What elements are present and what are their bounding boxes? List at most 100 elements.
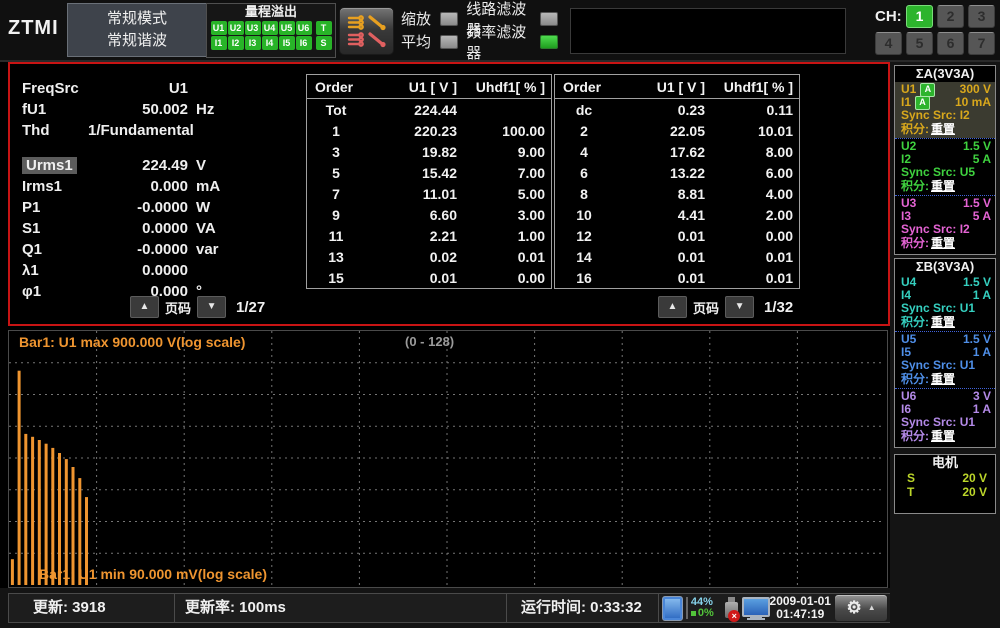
range-indicator-row: I1 I2 I3 I4 I5 I6 S bbox=[207, 36, 335, 50]
element-block[interactable]: U6 3 V I6 1 A Sync Src: U1 积分: 重置 bbox=[895, 388, 995, 445]
update-counter: 更新: 3918 bbox=[8, 593, 198, 623]
measure-page-up-button[interactable]: ▲ bbox=[130, 296, 159, 318]
measure-row[interactable]: S1 0.0000 VA bbox=[22, 218, 302, 239]
range-indicator-u3: U3 bbox=[244, 21, 261, 35]
harmonic-bar-4 bbox=[37, 440, 41, 585]
measure-label: λ1 bbox=[22, 262, 88, 279]
toggle-label: 缩放 bbox=[401, 11, 432, 28]
bar-chart-canvas bbox=[9, 331, 885, 585]
range-indicator-i6: I6 bbox=[295, 36, 312, 50]
integration-reset-link[interactable]: 重置 bbox=[931, 236, 955, 250]
monitor-icon bbox=[741, 596, 771, 620]
filter-toggle-panel: 缩放 线路滤波器 平均 频率滤波器 bbox=[401, 1, 566, 62]
cell-u1: 11.01 bbox=[422, 185, 457, 202]
measure-row[interactable]: Q1 -0.0000 var bbox=[22, 239, 302, 260]
cell-uhdf1: 6.00 bbox=[765, 164, 793, 181]
measure-page-down-button[interactable]: ▼ bbox=[197, 296, 227, 318]
settings-button[interactable]: ⚙ ▲ bbox=[834, 594, 889, 622]
cell-order: 8 bbox=[580, 185, 588, 202]
channel-button-4[interactable]: 4 bbox=[875, 32, 902, 55]
harmonic-row: 7 11.01 5.00 bbox=[307, 183, 551, 204]
toggle-indicator[interactable] bbox=[539, 11, 559, 26]
cell-uhdf1: 0.01 bbox=[765, 269, 793, 286]
motor-label: S bbox=[907, 471, 916, 485]
measure-row[interactable]: FreqSrc U1 bbox=[22, 78, 302, 99]
message-display bbox=[570, 8, 846, 54]
channel-label: CH: bbox=[875, 8, 902, 25]
element-block[interactable]: U3 1.5 V I3 5 A Sync Src: I2 积分: 重置 bbox=[895, 195, 995, 252]
toggle-row: 平均 频率滤波器 bbox=[401, 24, 566, 62]
cell-u1: 0.02 bbox=[429, 248, 457, 265]
measure-label: S1 bbox=[22, 220, 88, 237]
measure-row[interactable]: Urms1 224.49 V bbox=[22, 155, 302, 176]
channel-button-3[interactable]: 3 bbox=[968, 5, 995, 28]
element-block[interactable]: U2 1.5 V I2 5 A Sync Src: U5 积分: 重置 bbox=[895, 138, 995, 195]
integration-row: 积分: 重置 bbox=[901, 236, 991, 250]
integration-reset-link[interactable]: 重置 bbox=[931, 122, 955, 136]
measure-row[interactable]: P1 -0.0000 W bbox=[22, 197, 302, 218]
cell-u1: 13.22 bbox=[669, 164, 705, 181]
integration-reset-link[interactable]: 重置 bbox=[931, 429, 955, 443]
channel-button-1[interactable]: 1 bbox=[906, 5, 933, 28]
measure-value: -0.0000 bbox=[137, 241, 188, 258]
measure-label: φ1 bbox=[22, 283, 88, 300]
measure-label-text: P1 bbox=[22, 199, 41, 216]
measure-row[interactable]: λ1 0.0000 bbox=[22, 260, 302, 281]
element-block[interactable]: U5 1.5 V I5 1 A Sync Src: U1 积分: 重置 bbox=[895, 331, 995, 388]
harmonic-page-up-button[interactable]: ▲ bbox=[658, 296, 687, 318]
toggle-indicator[interactable] bbox=[539, 34, 559, 49]
cell-order: 2 bbox=[580, 122, 588, 139]
toggle-indicator[interactable] bbox=[440, 11, 459, 26]
sync-source-label: Sync Src: I2 bbox=[901, 108, 970, 122]
channel-button-6[interactable]: 6 bbox=[937, 32, 964, 55]
cell-u1: 4.41 bbox=[677, 206, 705, 223]
measure-row[interactable]: fU1 50.002 Hz bbox=[22, 99, 302, 120]
toggle-indicator[interactable] bbox=[440, 34, 459, 49]
chart-min-label: Bar1: U1 min 90.000 mV(log scale) bbox=[39, 566, 267, 582]
integration-reset-link[interactable]: 重置 bbox=[931, 179, 955, 193]
integration-label: 积分: bbox=[901, 235, 929, 250]
integration-reset-link[interactable]: 重置 bbox=[931, 315, 955, 329]
sync-source-label: Sync Src: U1 bbox=[901, 301, 976, 315]
measure-label: FreqSrc bbox=[22, 80, 88, 97]
harmonic-row: 3 19.82 9.00 bbox=[307, 141, 551, 162]
measure-label-text: fU1 bbox=[22, 101, 47, 118]
cell-u1: 2.21 bbox=[429, 227, 457, 244]
measure-row[interactable]: Thd 1/Fundamental bbox=[22, 120, 302, 141]
cell-u1: 0.01 bbox=[677, 248, 705, 265]
element-block[interactable]: U1 A 300 V I1 A 10 mA Sync Src: I2 积分: 重置 bbox=[895, 82, 995, 138]
cell-order: 15 bbox=[328, 269, 344, 286]
channel-button-5[interactable]: 5 bbox=[906, 32, 933, 55]
datetime-display: 2009-01-01 01:47:19 bbox=[769, 595, 831, 621]
measure-unit: VA bbox=[196, 220, 216, 237]
channel-button-2[interactable]: 2 bbox=[937, 5, 964, 28]
harmonic-bar-dc bbox=[10, 559, 14, 585]
harmonic-page-down-button[interactable]: ▼ bbox=[725, 296, 755, 318]
element-block[interactable]: U4 1.5 V I4 1 A Sync Src: U1 积分: 重置 bbox=[895, 275, 995, 331]
range-indicator-s: S bbox=[315, 36, 332, 50]
cell-u1: 224.44 bbox=[414, 101, 457, 118]
motor-row: T 20 V bbox=[895, 485, 995, 499]
channel-selector: CH: 1 2 3 4 5 6 7 bbox=[875, 5, 995, 55]
element-range-value: 5 A bbox=[972, 209, 991, 223]
measure-row[interactable]: Irms1 0.000 mA bbox=[22, 176, 302, 197]
mode-selector[interactable]: 常规模式 常规谐波 bbox=[67, 3, 207, 57]
harmonic-row: 1 220.23 100.00 bbox=[307, 120, 551, 141]
measure-label-text: λ1 bbox=[22, 262, 39, 279]
integration-reset-link[interactable]: 重置 bbox=[931, 372, 955, 386]
mode-line-2: 常规谐波 bbox=[106, 32, 167, 49]
cell-uhdf1: 8.00 bbox=[765, 143, 793, 160]
channel-button-7[interactable]: 7 bbox=[968, 32, 995, 55]
cell-uhdf1: 0.00 bbox=[517, 269, 545, 286]
cell-order: 11 bbox=[328, 227, 344, 244]
usage-percentages: 44% 0% bbox=[690, 597, 719, 619]
harmonic-row: dc 0.23 0.11 bbox=[555, 99, 799, 120]
cell-uhdf1: 0.01 bbox=[765, 248, 793, 265]
harmonic-pager: ▲ 页码 ▼ 1/32 bbox=[658, 296, 793, 318]
usb-error-badge: × bbox=[728, 610, 741, 622]
cell-uhdf1: 100.00 bbox=[502, 122, 545, 139]
auto-range-badge: A bbox=[920, 82, 936, 97]
chart-max-label: Bar1: U1 max 900.000 V(log scale) bbox=[19, 334, 246, 350]
range-indicator-u6: U6 bbox=[295, 21, 312, 35]
wiring-diagram-button[interactable] bbox=[339, 7, 394, 55]
